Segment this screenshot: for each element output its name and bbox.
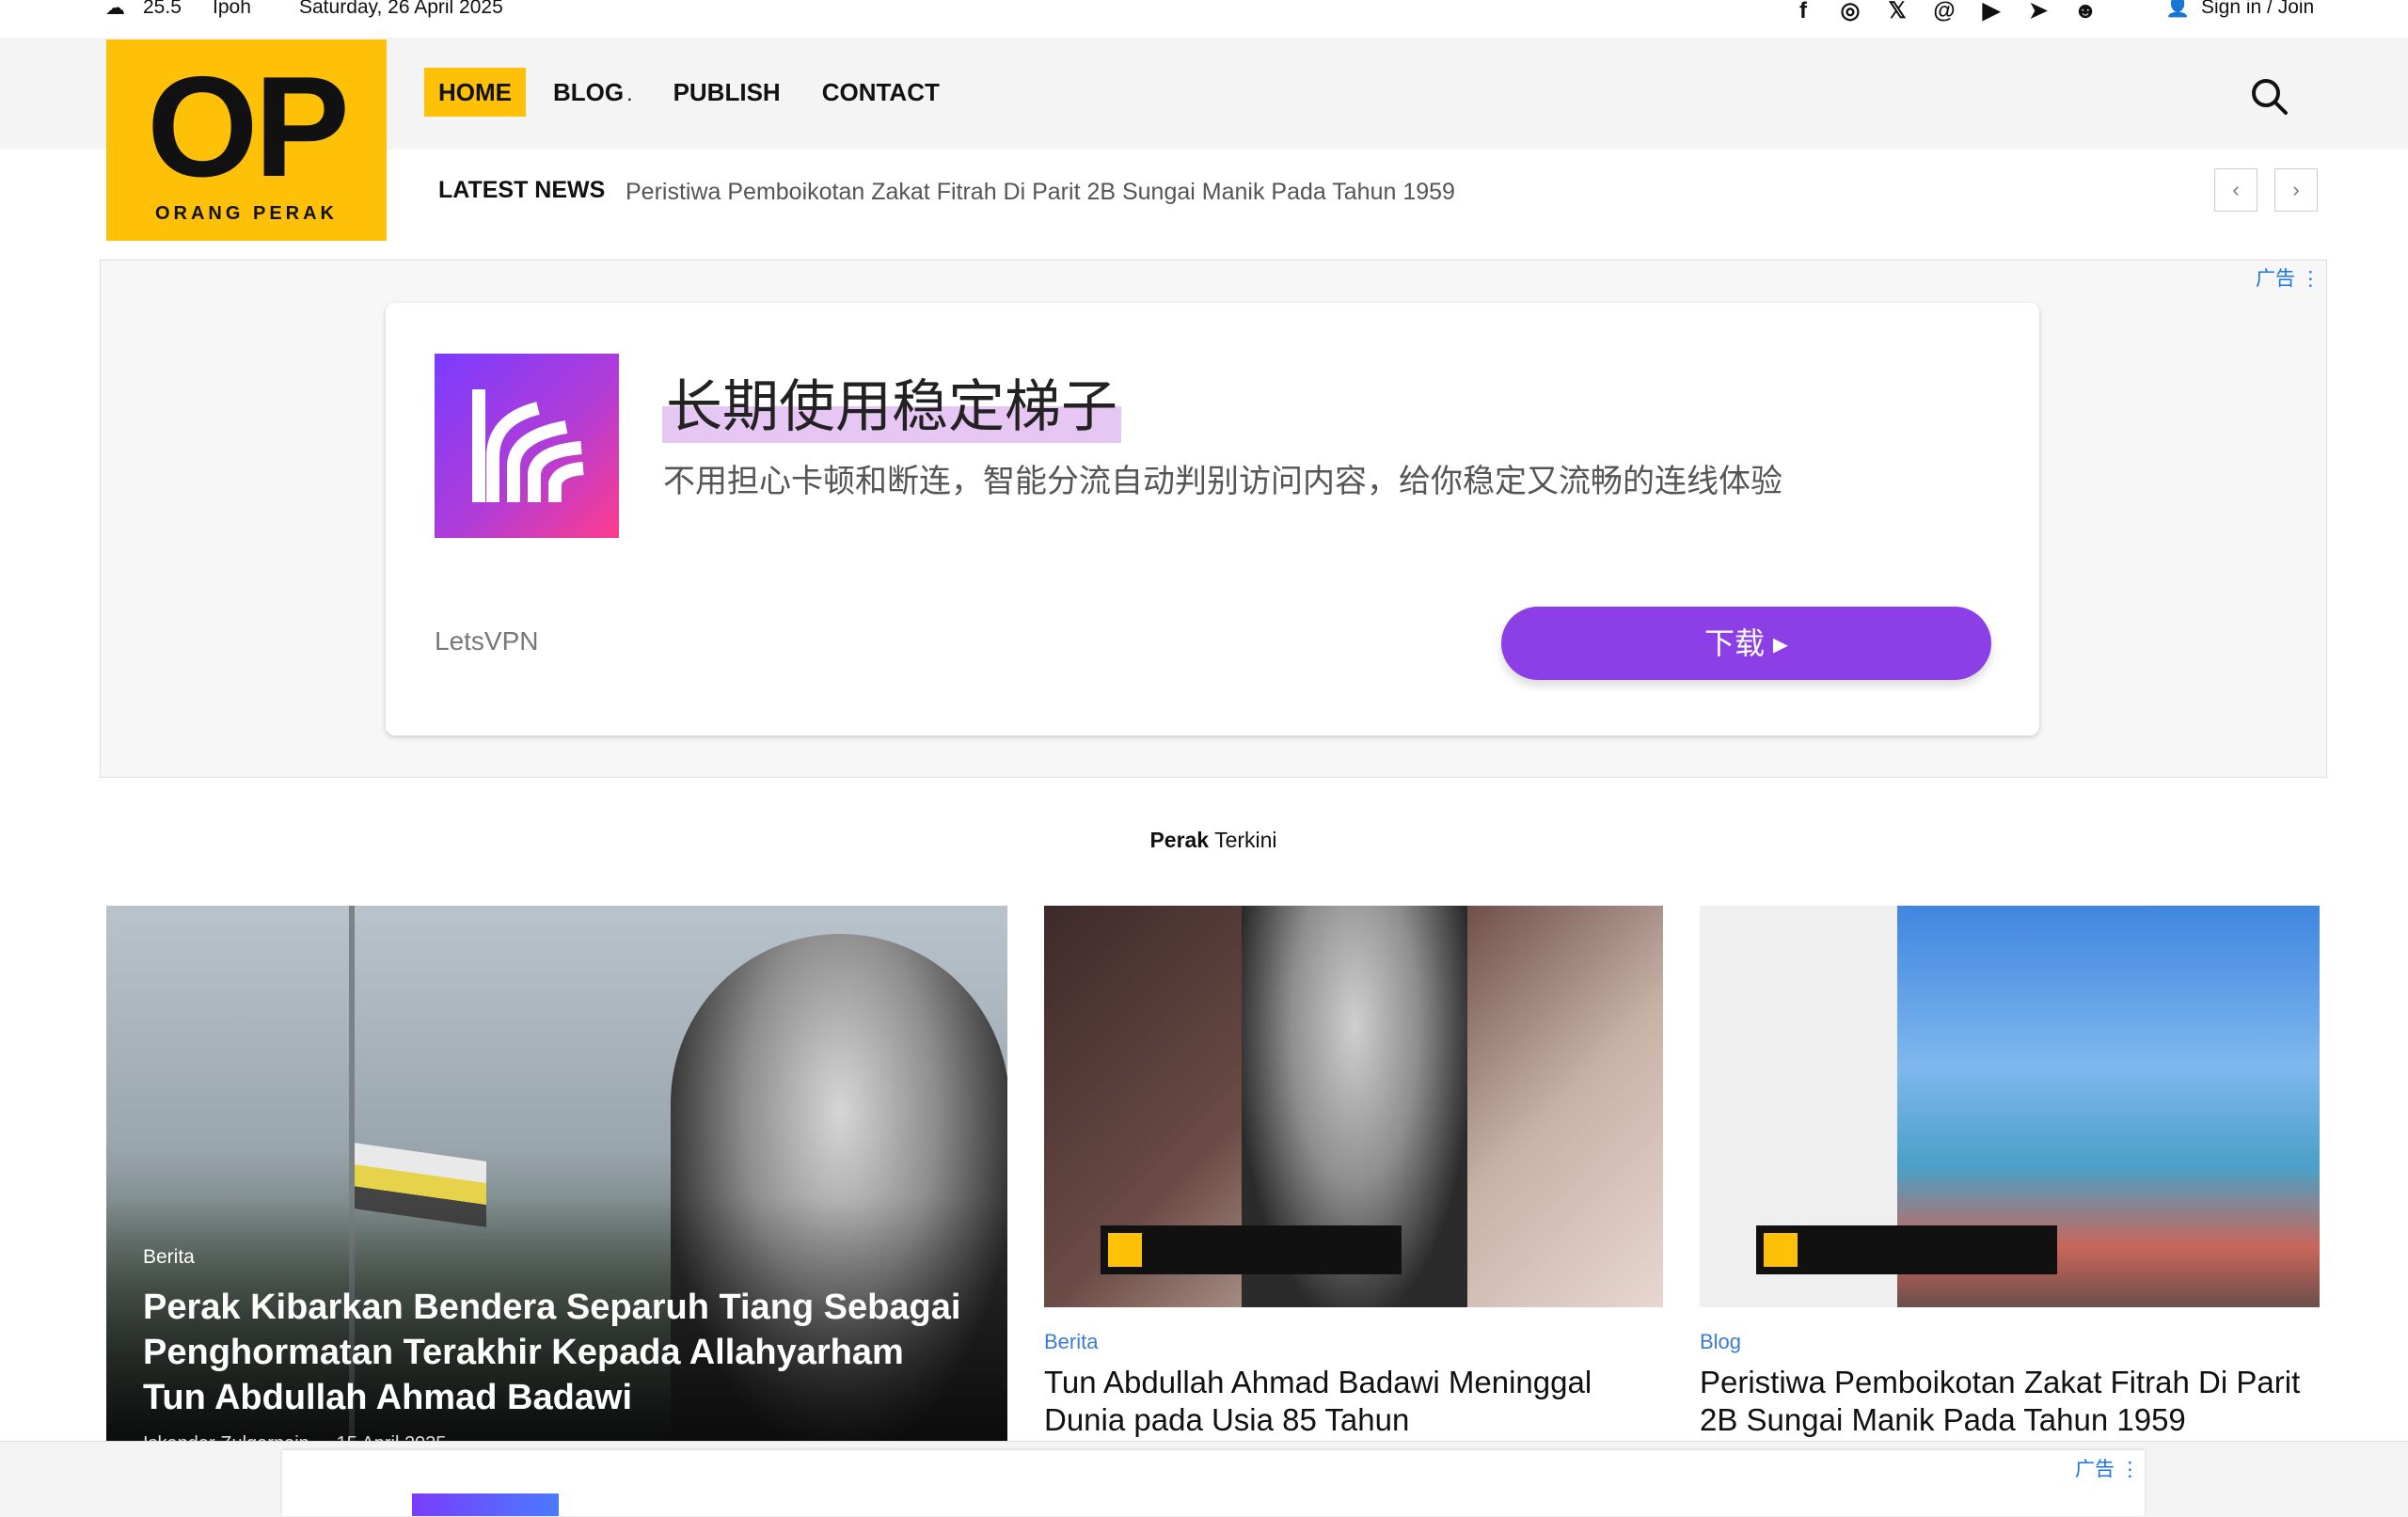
facebook-icon[interactable]: f (1790, 0, 1816, 24)
weather-icon: ☁ (105, 0, 125, 19)
nav-contact-label: CONTACT (821, 78, 940, 106)
main-nav: HOME BLOG. PUBLISH CONTACT (424, 68, 967, 117)
latest-news-headline[interactable]: Peristiwa Pemboikotan Zakat Fitrah Di Pa… (626, 179, 1455, 206)
nav-home-label: HOME (438, 78, 512, 106)
site-logo[interactable]: OP ORANG PERAK (106, 40, 387, 241)
nav-blog[interactable]: BLOG. (539, 68, 646, 117)
bottom-ad-label-text: 广告 (2075, 1459, 2115, 1480)
card-3-image[interactable] (1700, 906, 2320, 1307)
nav-contact[interactable]: CONTACT (808, 68, 954, 117)
card-3-category[interactable]: Blog (1700, 1330, 1741, 1354)
ad-brand[interactable]: LetsVPN (435, 626, 539, 656)
bottom-ad-menu-icon[interactable]: ⋮ (2120, 1459, 2140, 1480)
ticker-prev-button[interactable]: ‹ (2214, 168, 2258, 212)
top-bar: ☁ 25.5 ° Ipoh Saturday, 26 April 2025 f … (0, 0, 2408, 38)
youtube-icon[interactable]: ▶ (1978, 0, 2004, 24)
featured-title[interactable]: Perak Kibarkan Bendera Separuh Tiang Seb… (143, 1285, 971, 1420)
ad-app-logo[interactable] (435, 354, 619, 538)
section-title-rest: Terkini (1209, 828, 1277, 852)
nav-home[interactable]: HOME (424, 68, 526, 117)
featured-category[interactable]: Berita (143, 1246, 195, 1269)
nav-publish-label: PUBLISH (673, 78, 781, 106)
play-arrow-icon: ▸ (1772, 626, 1788, 660)
logo-mark: OP (147, 47, 350, 207)
ad-headline[interactable]: 长期使用稳定梯子 (662, 361, 1121, 443)
current-date: Saturday, 26 April 2025 (299, 0, 503, 18)
search-icon[interactable] (2248, 75, 2289, 117)
dropdown-dot-icon: . (627, 88, 632, 104)
nav-blog-label: BLOG (553, 78, 625, 106)
threads-icon[interactable]: @ (1931, 0, 1957, 24)
city-name: Ipoh (213, 0, 251, 18)
logo-text: ORANG PERAK (154, 203, 338, 224)
degree-symbol: ° (194, 0, 199, 6)
section-title: Perak Terkini (0, 828, 2408, 853)
discord-icon[interactable]: ☻ (2072, 0, 2099, 24)
social-links: f ◎ 𝕏 @ ▶ ➤ ☻ (1790, 0, 2099, 24)
ad-download-button[interactable]: 下载 ▸ (1501, 607, 1991, 680)
instagram-icon[interactable]: ◎ (1837, 0, 1863, 24)
user-icon[interactable]: 👤 (2165, 0, 2190, 19)
ad-cta-label: 下载 (1704, 626, 1766, 660)
ad-menu-icon[interactable]: ⋮ (2301, 268, 2321, 290)
bottom-ad-card[interactable] (282, 1450, 2145, 1516)
section-title-bold: Perak (1149, 828, 1210, 852)
signin-link[interactable]: Sign in / Join (2201, 0, 2314, 19)
telegram-icon[interactable]: ➤ (2025, 0, 2052, 24)
ad-label[interactable]: 广告 ⋮ (2256, 263, 2321, 292)
ticker-next-button[interactable]: › (2274, 168, 2318, 212)
ad-subline: 不用担心卡顿和断连，智能分流自动判别访问内容，给你稳定又流畅的连线体验 (663, 464, 1782, 499)
ad-label-text: 广告 (2256, 268, 2295, 290)
card-2-image[interactable] (1044, 906, 1663, 1307)
bottom-ad-logo[interactable] (412, 1493, 559, 1516)
card-2-title[interactable]: Tun Abdullah Ahmad Badawi Meninggal Duni… (1044, 1364, 1646, 1439)
latest-news-label: LATEST NEWS (438, 177, 606, 203)
nav-publish[interactable]: PUBLISH (659, 68, 795, 117)
card-3-title[interactable]: Peristiwa Pemboikotan Zakat Fitrah Di Pa… (1700, 1364, 2321, 1439)
card-2-category[interactable]: Berita (1044, 1330, 1098, 1354)
x-icon[interactable]: 𝕏 (1884, 0, 1910, 24)
bottom-ad-label[interactable]: 广告 ⋮ (2075, 1454, 2140, 1482)
temperature: 25.5 (143, 0, 182, 18)
